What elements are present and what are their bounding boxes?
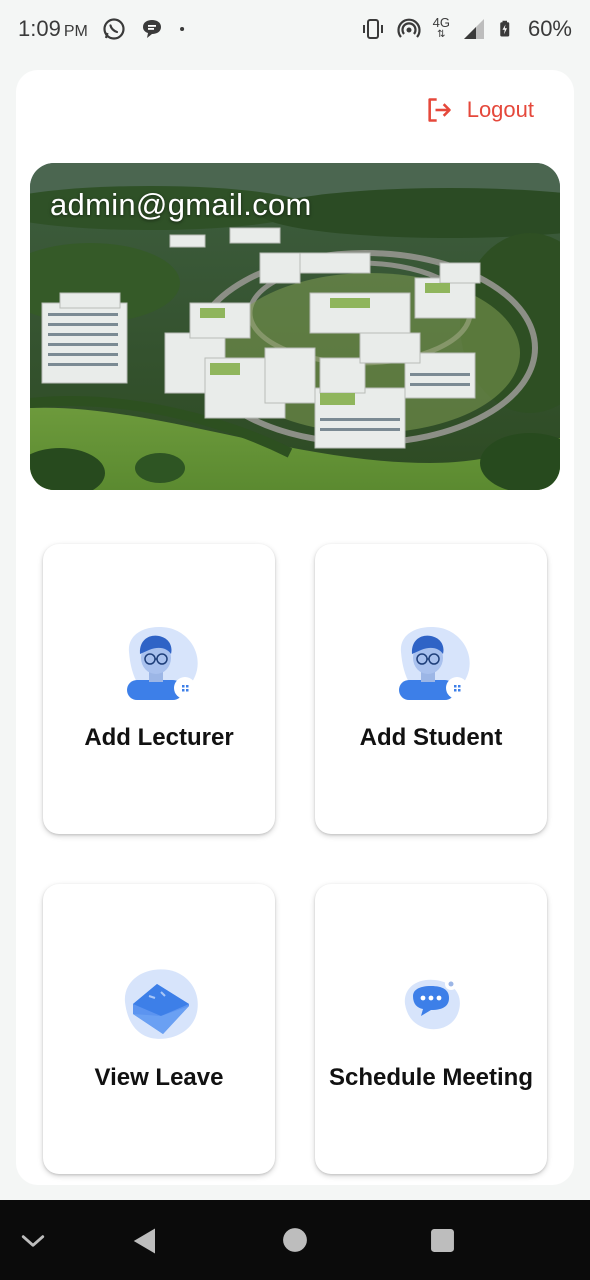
status-time: 1:09 PM <box>18 16 88 41</box>
status-bar: 1:09 PM 4G ⇅ 60% <box>0 0 590 58</box>
add-student-button[interactable]: Add Student <box>315 544 547 834</box>
logout-button[interactable]: Logout <box>425 96 534 124</box>
campus-hero-image: admin@gmail.com <box>30 163 560 490</box>
home-icon[interactable] <box>282 1227 308 1253</box>
meeting-chat-icon <box>404 978 460 1030</box>
schedule-meeting-label: Schedule Meeting <box>328 1064 534 1091</box>
add-lecturer-label: Add Lecturer <box>84 724 234 751</box>
battery-icon <box>500 20 510 37</box>
envelope-icon <box>124 969 198 1039</box>
add-lecturer-button[interactable]: Add Lecturer <box>43 544 275 834</box>
battery-percent: 60% <box>527 16 572 41</box>
add-student-label: Add Student <box>359 724 503 751</box>
back-icon[interactable] <box>130 1226 160 1256</box>
admin-email: admin@gmail.com <box>50 187 312 222</box>
view-leave-button[interactable]: View Leave <box>43 884 275 1174</box>
view-leave-label: View Leave <box>94 1064 224 1091</box>
status-left: 1:09 PM <box>18 16 192 42</box>
whatsapp-icon <box>103 18 125 40</box>
signal-icon <box>463 19 484 39</box>
recents-icon[interactable] <box>430 1228 455 1253</box>
student-avatar-icon <box>399 627 470 700</box>
logout-label: Logout <box>466 97 534 122</box>
dashboard-card: Logout admin@gmail.com Add Lecturer Add … <box>16 70 574 1185</box>
network-type: 4G ⇅ <box>432 15 450 40</box>
system-nav-bar <box>0 1200 590 1280</box>
vibrate-icon <box>362 19 383 39</box>
dot-icon <box>179 26 184 32</box>
chat-bubble-icon <box>142 20 161 38</box>
lecturer-avatar-icon <box>127 627 198 700</box>
status-ampm: PM <box>63 23 88 40</box>
hotspot-icon <box>397 18 421 38</box>
logout-icon <box>428 98 451 122</box>
chevron-down-icon[interactable] <box>20 1228 46 1254</box>
status-right: 4G ⇅ 60% <box>361 16 572 42</box>
schedule-meeting-button[interactable]: Schedule Meeting <box>315 884 547 1174</box>
